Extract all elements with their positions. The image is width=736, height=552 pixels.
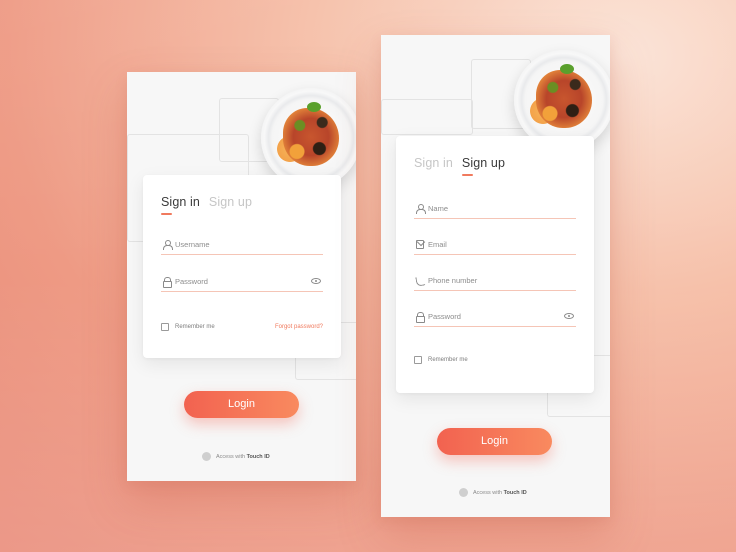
touch-id-text: Access with Touch ID: [473, 489, 527, 496]
background: [0, 0, 736, 552]
login-button[interactable]: Login: [184, 391, 299, 418]
fingerprint-icon: [202, 452, 211, 461]
auth-tabs: Sign in Sign up: [414, 156, 505, 176]
phone-placeholder: Phone number: [428, 276, 478, 285]
tab-sign-up[interactable]: Sign up: [461, 156, 505, 176]
name-field[interactable]: Name: [414, 201, 576, 219]
forgot-password-link[interactable]: Forgot password?: [275, 324, 323, 330]
password-placeholder: Password: [428, 312, 461, 321]
decor-frame: [381, 99, 473, 135]
signup-card: Sign in Sign up Name Email Phone number …: [396, 136, 594, 393]
touch-id-option[interactable]: Access with Touch ID: [459, 488, 527, 497]
password-field[interactable]: Password: [161, 274, 323, 292]
login-button[interactable]: Login: [437, 428, 552, 455]
tab-sign-in[interactable]: Sign in: [414, 156, 453, 170]
eye-icon[interactable]: [564, 313, 574, 319]
signup-screen: Sign in Sign up Name Email Phone number …: [381, 35, 610, 517]
username-field[interactable]: Username: [161, 237, 323, 255]
email-field[interactable]: Email: [414, 237, 576, 255]
phone-field[interactable]: Phone number: [414, 273, 576, 291]
username-placeholder: Username: [175, 240, 210, 249]
lock-icon: [416, 312, 425, 323]
food-plate-image: [514, 50, 610, 150]
food-plate-image: [261, 88, 356, 188]
email-placeholder: Email: [428, 240, 447, 249]
tab-sign-up[interactable]: Sign up: [209, 195, 252, 209]
remember-me[interactable]: Remember me: [161, 323, 215, 331]
touch-id-text: Access with Touch ID: [216, 453, 270, 460]
phone-icon: [416, 276, 424, 285]
remember-me[interactable]: Remember me: [414, 356, 468, 364]
fingerprint-icon: [459, 488, 468, 497]
password-field[interactable]: Password: [414, 309, 576, 327]
password-placeholder: Password: [175, 277, 208, 286]
touch-id-option[interactable]: Access with Touch ID: [202, 452, 270, 461]
mail-icon: [416, 240, 424, 249]
name-placeholder: Name: [428, 204, 449, 213]
remember-label: Remember me: [175, 324, 215, 330]
signin-screen: Sign in Sign up Username Password Rememb…: [127, 72, 356, 481]
lock-icon: [163, 277, 172, 288]
eye-icon[interactable]: [311, 278, 321, 284]
user-icon: [416, 204, 426, 214]
auth-tabs: Sign in Sign up: [161, 195, 252, 215]
remember-checkbox[interactable]: [161, 323, 169, 331]
user-icon: [163, 240, 173, 250]
remember-label: Remember me: [428, 357, 468, 363]
signin-card: Sign in Sign up Username Password Rememb…: [143, 175, 341, 358]
remember-checkbox[interactable]: [414, 356, 422, 364]
tab-sign-in[interactable]: Sign in: [161, 195, 200, 215]
